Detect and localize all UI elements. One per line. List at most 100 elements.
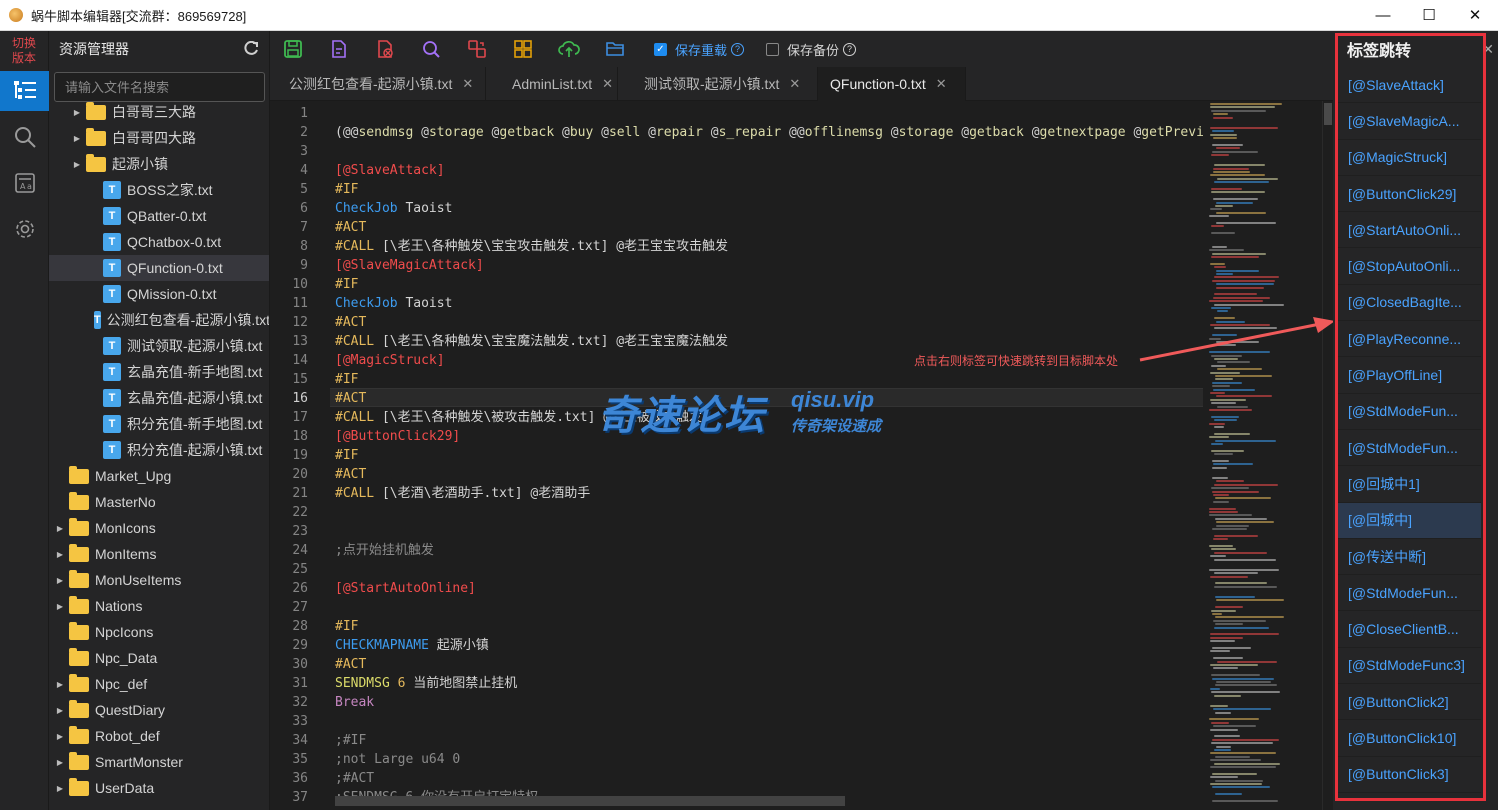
- code-line[interactable]: #ACT: [335, 655, 366, 674]
- code-line[interactable]: Break: [335, 693, 374, 712]
- code-line[interactable]: #ACT: [335, 465, 366, 484]
- code-line[interactable]: #CALL [\老酒\老酒助手.txt] @老酒助手: [335, 484, 590, 503]
- code-line[interactable]: #IF: [335, 180, 358, 199]
- file-item[interactable]: T QMission-0.txt: [49, 281, 269, 307]
- code-line[interactable]: #IF: [335, 446, 358, 465]
- code-line[interactable]: ;#IF: [335, 731, 366, 750]
- explorer-activity-button[interactable]: [0, 71, 49, 111]
- code-line[interactable]: #IF: [335, 275, 358, 294]
- file-item[interactable]: T QFunction-0.txt: [49, 255, 269, 281]
- label-jump-item[interactable]: [@PlayReconne...: [1338, 321, 1481, 358]
- file-item[interactable]: T 玄晶充值-新手地图.txt: [49, 359, 269, 385]
- folder-item[interactable]: ▶ UserData: [49, 775, 269, 801]
- folder-item[interactable]: ▶ SmartMonster: [49, 749, 269, 775]
- settings-activity-button[interactable]: [0, 209, 49, 249]
- tab-gongce-hongbao[interactable]: 公测红包查看-起源小镇.txt ✕: [270, 67, 486, 101]
- code-line[interactable]: #CALL [\老王\各种触发\被攻击触发.txt] @老王被攻击触发: [335, 408, 702, 427]
- save-backup-checkbox[interactable]: 保存备份 ?: [766, 40, 857, 59]
- code-line[interactable]: #IF: [335, 370, 358, 389]
- code-line[interactable]: #CALL [\老王\各种触发\宝宝魔法触发.txt] @老王宝宝魔法触发: [335, 332, 728, 351]
- label-jump-item[interactable]: [@ButtonClick29]: [1338, 176, 1481, 213]
- file-item[interactable]: T 积分充值-新手地图.txt: [49, 411, 269, 437]
- label-jump-item[interactable]: [@StdModeFun...: [1338, 430, 1481, 467]
- label-jump-item[interactable]: [@传送中断]: [1338, 539, 1481, 576]
- file-item[interactable]: T 积分充值-起源小镇.txt: [49, 437, 269, 463]
- code-line[interactable]: CheckJob Taoist: [335, 294, 452, 313]
- folder-item[interactable]: Npc_Data: [49, 645, 269, 671]
- help-icon[interactable]: ?: [731, 42, 745, 56]
- close-tab-icon[interactable]: ✕: [462, 76, 473, 92]
- code-line[interactable]: #ACT: [335, 389, 366, 408]
- chevron-right-icon[interactable]: ▶: [55, 602, 65, 611]
- refresh-icon[interactable]: [243, 41, 259, 57]
- folder-item[interactable]: ▶ Nations: [49, 593, 269, 619]
- label-jump-item[interactable]: [@StdModeFun...: [1338, 394, 1481, 430]
- code-line[interactable]: [@SlaveMagicAttack]: [335, 256, 484, 275]
- grid-button[interactable]: [500, 31, 546, 67]
- code-line[interactable]: CheckJob Taoist: [335, 199, 452, 218]
- folder-item[interactable]: ▶ 白哥哥三大路: [49, 99, 269, 125]
- folder-item[interactable]: ▶ Robot_def: [49, 723, 269, 749]
- file-item[interactable]: T QBatter-0.txt: [49, 203, 269, 229]
- file-item[interactable]: T QChatbox-0.txt: [49, 229, 269, 255]
- upload-button[interactable]: [546, 31, 592, 67]
- code-line[interactable]: ;not Large u64 0: [335, 750, 460, 769]
- close-icon[interactable]: ✕: [1482, 41, 1494, 58]
- label-jump-item[interactable]: [@StdModeFun...: [1338, 575, 1481, 612]
- label-jump-item[interactable]: [@StartAutoOnli...: [1338, 212, 1481, 249]
- chevron-right-icon[interactable]: ▶: [72, 160, 82, 169]
- edit-file-button[interactable]: [316, 31, 362, 67]
- label-jump-item[interactable]: [@SlaveMagicA...: [1338, 103, 1481, 140]
- label-jump-item[interactable]: [@CloseClientB...: [1338, 611, 1481, 648]
- close-tab-icon[interactable]: ✕: [789, 76, 800, 92]
- label-jump-item[interactable]: [@ButtonClick3]: [1338, 757, 1481, 793]
- close-tab-icon[interactable]: ✕: [936, 76, 947, 92]
- chevron-right-icon[interactable]: ▶: [72, 134, 82, 143]
- find-button[interactable]: [408, 31, 454, 67]
- file-item[interactable]: T 测试领取-起源小镇.txt: [49, 333, 269, 359]
- chevron-right-icon[interactable]: ▶: [55, 524, 65, 533]
- horizontal-scrollbar[interactable]: [335, 796, 845, 806]
- code-line[interactable]: #IF: [335, 617, 358, 636]
- folder-item[interactable]: ▶ 起源小镇: [49, 151, 269, 177]
- file-item[interactable]: T 玄晶充值-起源小镇.txt: [49, 385, 269, 411]
- label-jump-item[interactable]: [@回城中]: [1338, 502, 1481, 539]
- code-line[interactable]: (@@sendmsg @storage @getback @buy @sell …: [335, 123, 1203, 142]
- label-jump-item[interactable]: [@MagicStruck]: [1338, 140, 1481, 176]
- code-line[interactable]: [@MagicStruck]: [335, 351, 445, 370]
- folder-item[interactable]: ▶ QuestDiary: [49, 697, 269, 723]
- minimap[interactable]: [1203, 101, 1322, 810]
- code-line[interactable]: ;#ACT: [335, 769, 374, 788]
- minimize-button[interactable]: —: [1360, 0, 1406, 31]
- chevron-right-icon[interactable]: ▶: [55, 758, 65, 767]
- close-tab-icon[interactable]: ✕: [602, 76, 613, 92]
- close-file-button[interactable]: [362, 31, 408, 67]
- replace-button[interactable]: [454, 31, 500, 67]
- maximize-button[interactable]: ☐: [1406, 0, 1452, 31]
- save-button[interactable]: [270, 31, 316, 67]
- format-activity-button[interactable]: Aa: [0, 163, 49, 203]
- code-line[interactable]: ;点开始挂机触发: [335, 541, 434, 560]
- folder-item[interactable]: ▶ 白哥哥四大路: [49, 125, 269, 151]
- code-line[interactable]: #ACT: [335, 218, 366, 237]
- save-reload-checkbox[interactable]: ✓ 保存重载 ?: [654, 40, 745, 59]
- chevron-right-icon[interactable]: ▶: [55, 706, 65, 715]
- label-jump-item[interactable]: [@ClosedBagIte...: [1338, 285, 1481, 322]
- label-jump-item[interactable]: [@ButtonClick10]: [1338, 720, 1481, 757]
- vertical-scrollbar[interactable]: [1322, 101, 1333, 810]
- file-item[interactable]: T 公测红包查看-起源小镇.txt: [49, 307, 269, 333]
- chevron-right-icon[interactable]: ▶: [55, 550, 65, 559]
- chevron-right-icon[interactable]: ▶: [55, 732, 65, 741]
- folder-item[interactable]: ▶ MonUseItems: [49, 567, 269, 593]
- tab-adminlist[interactable]: AdminList.txt ✕: [486, 67, 618, 101]
- label-jump-item[interactable]: [@回城中1]: [1338, 466, 1481, 503]
- code-line[interactable]: #CALL [\老王\各种触发\宝宝攻击触发.txt] @老王宝宝攻击触发: [335, 237, 728, 256]
- label-jump-item[interactable]: [@PlayOffLine]: [1338, 357, 1481, 394]
- tab-qfunction[interactable]: QFunction-0.txt ✕: [818, 67, 966, 101]
- code-line[interactable]: CHECKMAPNAME 起源小镇: [335, 636, 489, 655]
- vertical-scroll-thumb[interactable]: [1324, 103, 1332, 125]
- open-folder-button[interactable]: [592, 31, 638, 67]
- code-line[interactable]: [@SlaveAttack]: [335, 161, 445, 180]
- chevron-right-icon[interactable]: ▶: [55, 576, 65, 585]
- code-content[interactable]: (@@sendmsg @storage @getback @buy @sell …: [335, 101, 1203, 810]
